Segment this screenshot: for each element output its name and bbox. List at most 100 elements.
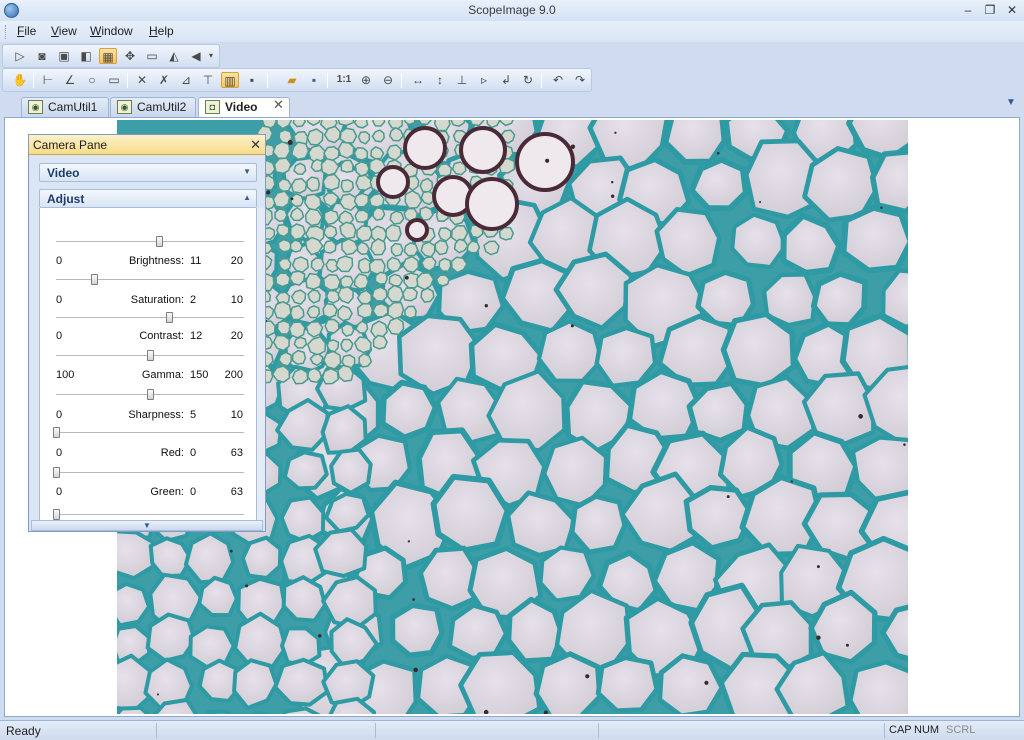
menu-view[interactable]: View [51,24,77,38]
mirror-icon[interactable]: ◭ [165,48,183,64]
circle-icon[interactable]: ○ [83,72,101,88]
slider-thumb[interactable] [156,236,164,247]
slider-thumb[interactable] [53,509,60,520]
slider-name: Green: [150,486,184,498]
toolbar-overflow-icon[interactable]: ▾ [206,48,216,64]
open-icon[interactable]: ▰ [283,72,301,88]
enter-icon[interactable]: ↲ [497,72,515,88]
title-bar: ScopeImage 9.0 – ❐ ✕ [0,0,1024,21]
slider-value: 12 [190,330,203,342]
slider-labels: 0 Contrast: 12 20 [40,330,256,344]
slider-track[interactable] [56,236,244,247]
video-group-label: Video [47,166,80,180]
fullscreen-icon[interactable]: ✥ [121,48,139,64]
menu-file[interactable]: File [17,24,36,38]
tab-camutil1[interactable]: ◉ CamUtil1 [21,97,109,117]
camera-icon: ◉ [28,100,43,114]
grid-icon[interactable]: ▥ [221,72,239,88]
slider-track[interactable] [53,427,244,438]
slider-track[interactable] [53,467,244,478]
slider-min: 0 [56,294,63,306]
slider-name: Contrast: [139,330,184,342]
flip-icon[interactable]: ◀ [187,48,205,64]
save-icon[interactable]: ▪ [305,72,323,88]
video-group-header[interactable]: Video ▼ [39,163,257,182]
slider-thumb[interactable] [53,427,60,438]
slider-value: 0 [190,486,197,498]
layout-icon[interactable]: ▦ [99,48,117,64]
tab-label: CamUtil1 [48,100,98,114]
slider-max: 63 [230,486,243,498]
redo-icon[interactable]: ↷ [571,72,589,88]
monitor-icon[interactable]: ▭ [143,48,161,64]
slider-max: 20 [230,255,243,267]
slider-max: 10 [230,294,243,306]
slider-min: 0 [56,330,63,342]
actual-size-icon[interactable]: 1:1 [335,72,353,88]
slider-thumb[interactable] [53,467,60,478]
zoom-in-icon[interactable]: ⊕ [357,72,375,88]
slider-thumb[interactable] [147,350,154,361]
window-title: ScopeImage 9.0 [468,3,556,17]
zoom-out-icon[interactable]: ⊖ [379,72,397,88]
capture-toolbar: ▷ ◙ ▣ ◧ ▦ ✥ ▭ ◭ ◀ ▾ [2,44,220,68]
rotate-icon[interactable]: ↻ [519,72,537,88]
slider-track[interactable] [56,312,244,323]
tab-list-dropdown-icon[interactable]: ▼ [1006,97,1016,108]
delete-all-icon[interactable]: ✗ [155,72,173,88]
crop-icon[interactable]: ⊥ [453,72,471,88]
slider-name: Gamma: [141,369,184,381]
fit-height-icon[interactable]: ↕ [431,72,449,88]
close-pane-icon[interactable]: ✕ [250,137,261,153]
line-icon[interactable]: ⊢ [39,72,57,88]
measure-toolbar: ✋ ⊢ ∠ ○ ▭ ✕ ✗ ⊿ ⊤ ▥ ▪ ▰ ▪ 1:1 ⊕ ⊖ ↔ ↕ ⊥ … [2,68,592,92]
slider-value: 0 [190,447,197,459]
slider-min: 0 [56,409,63,421]
slider-labels: 100 Gamma: 150 200 [40,369,256,383]
adjust-group-header[interactable]: Adjust ▲ [39,189,257,208]
close-tab-icon[interactable]: ✕ [273,97,284,113]
measure-icon[interactable]: ⊿ [177,72,195,88]
capture-icon[interactable]: ▣ [55,48,73,64]
close-button[interactable]: ✕ [1002,1,1022,19]
minimize-button[interactable]: – [958,1,978,19]
tab-camutil2[interactable]: ◉ CamUtil2 [110,97,196,117]
slider-track[interactable] [56,350,244,361]
restore-button[interactable]: ❐ [980,1,1000,19]
delete-icon[interactable]: ✕ [133,72,151,88]
slider-track[interactable] [53,509,244,520]
angle-icon[interactable]: ∠ [61,72,79,88]
record-icon[interactable]: ◧ [77,48,95,64]
fit-width-icon[interactable]: ↔ [409,72,427,88]
slider-name: Saturation: [130,294,184,306]
slider-thumb[interactable] [90,274,98,285]
hand-icon[interactable]: ✋ [11,72,29,88]
play-icon[interactable]: ▷ [11,48,29,64]
slider-min: 0 [56,486,63,498]
pane-scrollbar[interactable] [257,208,265,521]
slider-min: 100 [56,369,75,381]
pane-scroll-down-icon[interactable]: ▼ [31,520,263,531]
status-text: Ready [6,724,41,738]
undo-icon[interactable]: ↶ [549,72,567,88]
slider-track[interactable] [56,274,244,285]
video-icon: ◘ [205,100,220,114]
counter-icon[interactable]: ▪ [243,72,261,88]
calibrate-icon[interactable]: ⊤ [199,72,217,88]
menu-help[interactable]: Help [149,24,174,38]
snapshot-icon[interactable]: ◙ [33,48,51,64]
document-tabs: ◉ CamUtil1 ◉ CamUtil2 ◘ Video ✕ ▼ [0,94,1024,117]
rectangle-icon[interactable]: ▭ [105,72,123,88]
slider-thumb[interactable] [165,312,173,323]
flag-icon[interactable]: ▹ [475,72,493,88]
menu-window[interactable]: Window [90,24,133,38]
slider-thumb[interactable] [147,389,154,400]
camera-pane-header[interactable]: Camera Pane ✕ [29,135,265,155]
slider-track[interactable] [56,389,244,400]
scroll-lock-indicator: SCRL [946,724,976,736]
tab-label: CamUtil2 [137,100,187,114]
menu-grip[interactable] [5,25,8,39]
slider-name: Sharpness: [128,409,184,421]
slider-labels: 0 Red: 0 63 [40,447,256,461]
adjust-panel: 0 Brightness: 11 20 0 Saturation: 2 10 0 Contrast… [39,208,257,521]
